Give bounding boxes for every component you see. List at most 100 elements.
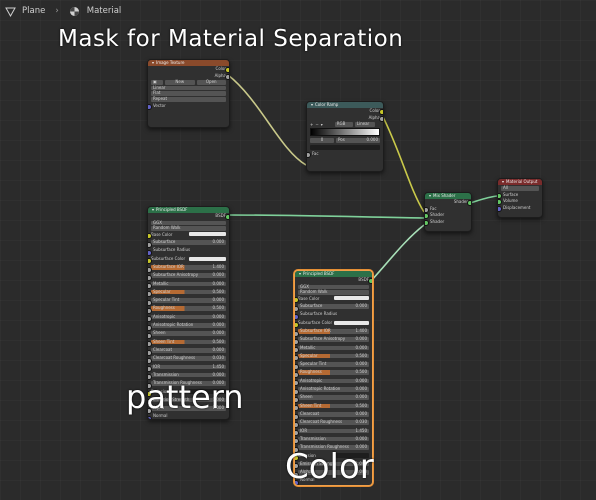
subsurface-method-dropdown[interactable]: Random Walk: [151, 226, 226, 231]
material-output-node[interactable]: ▾ Material Output All Surface Volume Disp…: [497, 178, 543, 218]
bsdf-input-row[interactable]: Anisotropic 0.000: [148, 314, 229, 323]
socket-icon[interactable]: [295, 388, 299, 395]
bsdf-input-row[interactable]: Subsurface Anisotropy 0.000: [148, 273, 229, 281]
bsdf-input-row[interactable]: Subsurface Color: [148, 256, 229, 265]
target-dropdown[interactable]: All: [501, 185, 539, 191]
socket-icon[interactable]: [295, 413, 299, 420]
socket-icon[interactable]: [148, 283, 152, 290]
input-field[interactable]: Roughness 0.500: [151, 306, 226, 312]
input-field[interactable]: Specular 0.500: [298, 353, 369, 359]
socket-icon[interactable]: [295, 372, 299, 379]
bsdf-input-row[interactable]: Anisotropic 0.000: [295, 378, 372, 387]
bsdf-input-row[interactable]: Clearcoat Roughness 0.030: [148, 356, 229, 364]
bsdf-input-row[interactable]: Clearcoat 0.000: [148, 347, 229, 356]
input-field[interactable]: Clearcoat Roughness 0.030: [151, 356, 226, 361]
socket-icon[interactable]: [148, 332, 152, 339]
bsdf-input-row[interactable]: Subsurface Radius: [295, 312, 372, 320]
interpolation-dropdown[interactable]: Linear: [151, 85, 226, 91]
input-field[interactable]: Transmission 0.000: [151, 372, 226, 378]
socket-icon[interactable]: [148, 291, 152, 298]
input-field[interactable]: Metallic 0.000: [151, 281, 226, 287]
input-field[interactable]: Specular Tint 0.000: [151, 298, 226, 303]
socket-icon[interactable]: [225, 214, 229, 221]
bsdf-input-row[interactable]: Specular Tint 0.000: [295, 362, 372, 370]
input-field[interactable]: Sheen Tint 0.500: [298, 403, 369, 409]
bsdf-input-row[interactable]: Sheen 0.000: [148, 331, 229, 339]
bsdf-input-row[interactable]: Subsurface 0.000: [148, 239, 229, 248]
socket-icon[interactable]: [295, 396, 299, 403]
bsdf-input-row[interactable]: Subsurface 0.000: [295, 303, 372, 312]
bsdf-input-row[interactable]: Base Color: [148, 232, 229, 240]
image-texture-node[interactable]: ▾ Image Texture Color Alpha ▣ New Open Li…: [147, 59, 230, 128]
input-field[interactable]: Sheen 0.000: [151, 331, 226, 336]
input-field[interactable]: Subsurface Radius: [298, 312, 369, 317]
socket-icon[interactable]: [148, 316, 152, 323]
bsdf-input-row[interactable]: Subsurface Color: [295, 320, 372, 329]
mix-shader-node[interactable]: ▾ Mix Shader Shader Fac Shader Shader: [424, 192, 472, 232]
socket-icon[interactable]: [148, 299, 152, 306]
bsdf-input-row[interactable]: Subsurface Radius: [148, 248, 229, 256]
open-image-button[interactable]: Open: [196, 80, 226, 85]
input-field[interactable]: Subsurface 0.000: [151, 239, 226, 245]
subsurface-method-dropdown[interactable]: Random Walk: [298, 290, 369, 295]
socket-icon[interactable]: [295, 322, 299, 329]
socket-icon[interactable]: [148, 308, 152, 315]
input-field[interactable]: Base Color: [151, 232, 226, 237]
input-field[interactable]: Subsurface 0.000: [298, 303, 369, 309]
input-field[interactable]: Clearcoat Roughness 0.030: [298, 420, 369, 425]
interpolation-dropdown[interactable]: Linear: [354, 122, 375, 127]
bsdf-input-row[interactable]: Specular Tint 0.000: [148, 298, 229, 306]
add-stop-icon[interactable]: +: [310, 122, 313, 127]
socket-icon[interactable]: [368, 278, 372, 285]
input-field[interactable]: Sheen Tint 0.500: [151, 339, 226, 345]
bsdf-input-row[interactable]: IOR 1.450: [148, 364, 229, 373]
input-field[interactable]: Specular 0.500: [151, 289, 226, 295]
input-field[interactable]: Subsurface Color: [151, 256, 226, 262]
bsdf-input-row[interactable]: IOR 1.450: [295, 428, 372, 437]
socket-icon[interactable]: [148, 324, 152, 331]
color-ramp-gradient[interactable]: [310, 128, 380, 137]
bsdf-input-row[interactable]: Subsurface IOR 1.400: [295, 328, 372, 337]
bsdf-input-row[interactable]: Specular 0.500: [295, 353, 372, 362]
socket-icon[interactable]: [148, 274, 152, 281]
socket-icon[interactable]: [295, 313, 299, 320]
bsdf-input-row[interactable]: Subsurface IOR 1.400: [148, 264, 229, 273]
socket-icon[interactable]: [148, 366, 152, 373]
bsdf-input-row[interactable]: Sheen Tint 0.500: [148, 339, 229, 348]
socket-icon[interactable]: [148, 349, 152, 356]
color-swatch[interactable]: [188, 256, 226, 262]
new-image-button[interactable]: New: [165, 80, 195, 85]
input-field[interactable]: Specular Tint 0.000: [298, 362, 369, 367]
input-field[interactable]: IOR 1.450: [298, 428, 369, 434]
input-field[interactable]: Clearcoat 0.000: [151, 347, 226, 353]
socket-icon[interactable]: [295, 297, 299, 304]
bsdf-input-row[interactable]: Clearcoat 0.000: [295, 411, 372, 420]
input-field[interactable]: Subsurface Radius: [151, 248, 226, 253]
input-field[interactable]: Subsurface Color: [298, 320, 369, 326]
socket-icon[interactable]: [148, 266, 152, 273]
socket-icon[interactable]: [295, 338, 299, 345]
ramp-menu-icon[interactable]: ▾: [321, 122, 323, 127]
color-swatch[interactable]: [188, 231, 226, 237]
color-swatch[interactable]: [333, 320, 369, 326]
input-field[interactable]: Sheen 0.000: [298, 395, 369, 400]
input-field[interactable]: Anisotropic 0.000: [151, 314, 226, 320]
socket-icon[interactable]: [148, 233, 152, 240]
bsdf-input-row[interactable]: Transmission 0.000: [295, 436, 372, 445]
input-field[interactable]: Transmission 0.000: [298, 436, 369, 442]
remove-stop-icon[interactable]: −: [315, 122, 318, 127]
socket-icon[interactable]: [148, 357, 152, 364]
socket-icon[interactable]: [148, 103, 152, 110]
socket-icon[interactable]: [295, 421, 299, 428]
socket-icon[interactable]: [295, 355, 299, 362]
socket-icon[interactable]: [295, 330, 299, 337]
input-field[interactable]: Subsurface IOR 1.400: [151, 264, 226, 270]
color-ramp-node[interactable]: ▾ Color Ramp Color Alpha + − ▾ RGB Linear…: [306, 101, 384, 172]
input-field[interactable]: Anisotropic 0.000: [298, 378, 369, 384]
bsdf-input-row[interactable]: Specular 0.500: [148, 289, 229, 298]
bsdf-input-row[interactable]: Anisotropic Rotation 0.000: [295, 386, 372, 395]
input-field[interactable]: Anisotropic Rotation 0.000: [151, 322, 226, 328]
bsdf-input-row[interactable]: Sheen Tint 0.500: [295, 403, 372, 412]
bsdf-input-row[interactable]: Base Color: [295, 296, 372, 304]
input-field[interactable]: Anisotropic Rotation 0.000: [298, 386, 369, 392]
